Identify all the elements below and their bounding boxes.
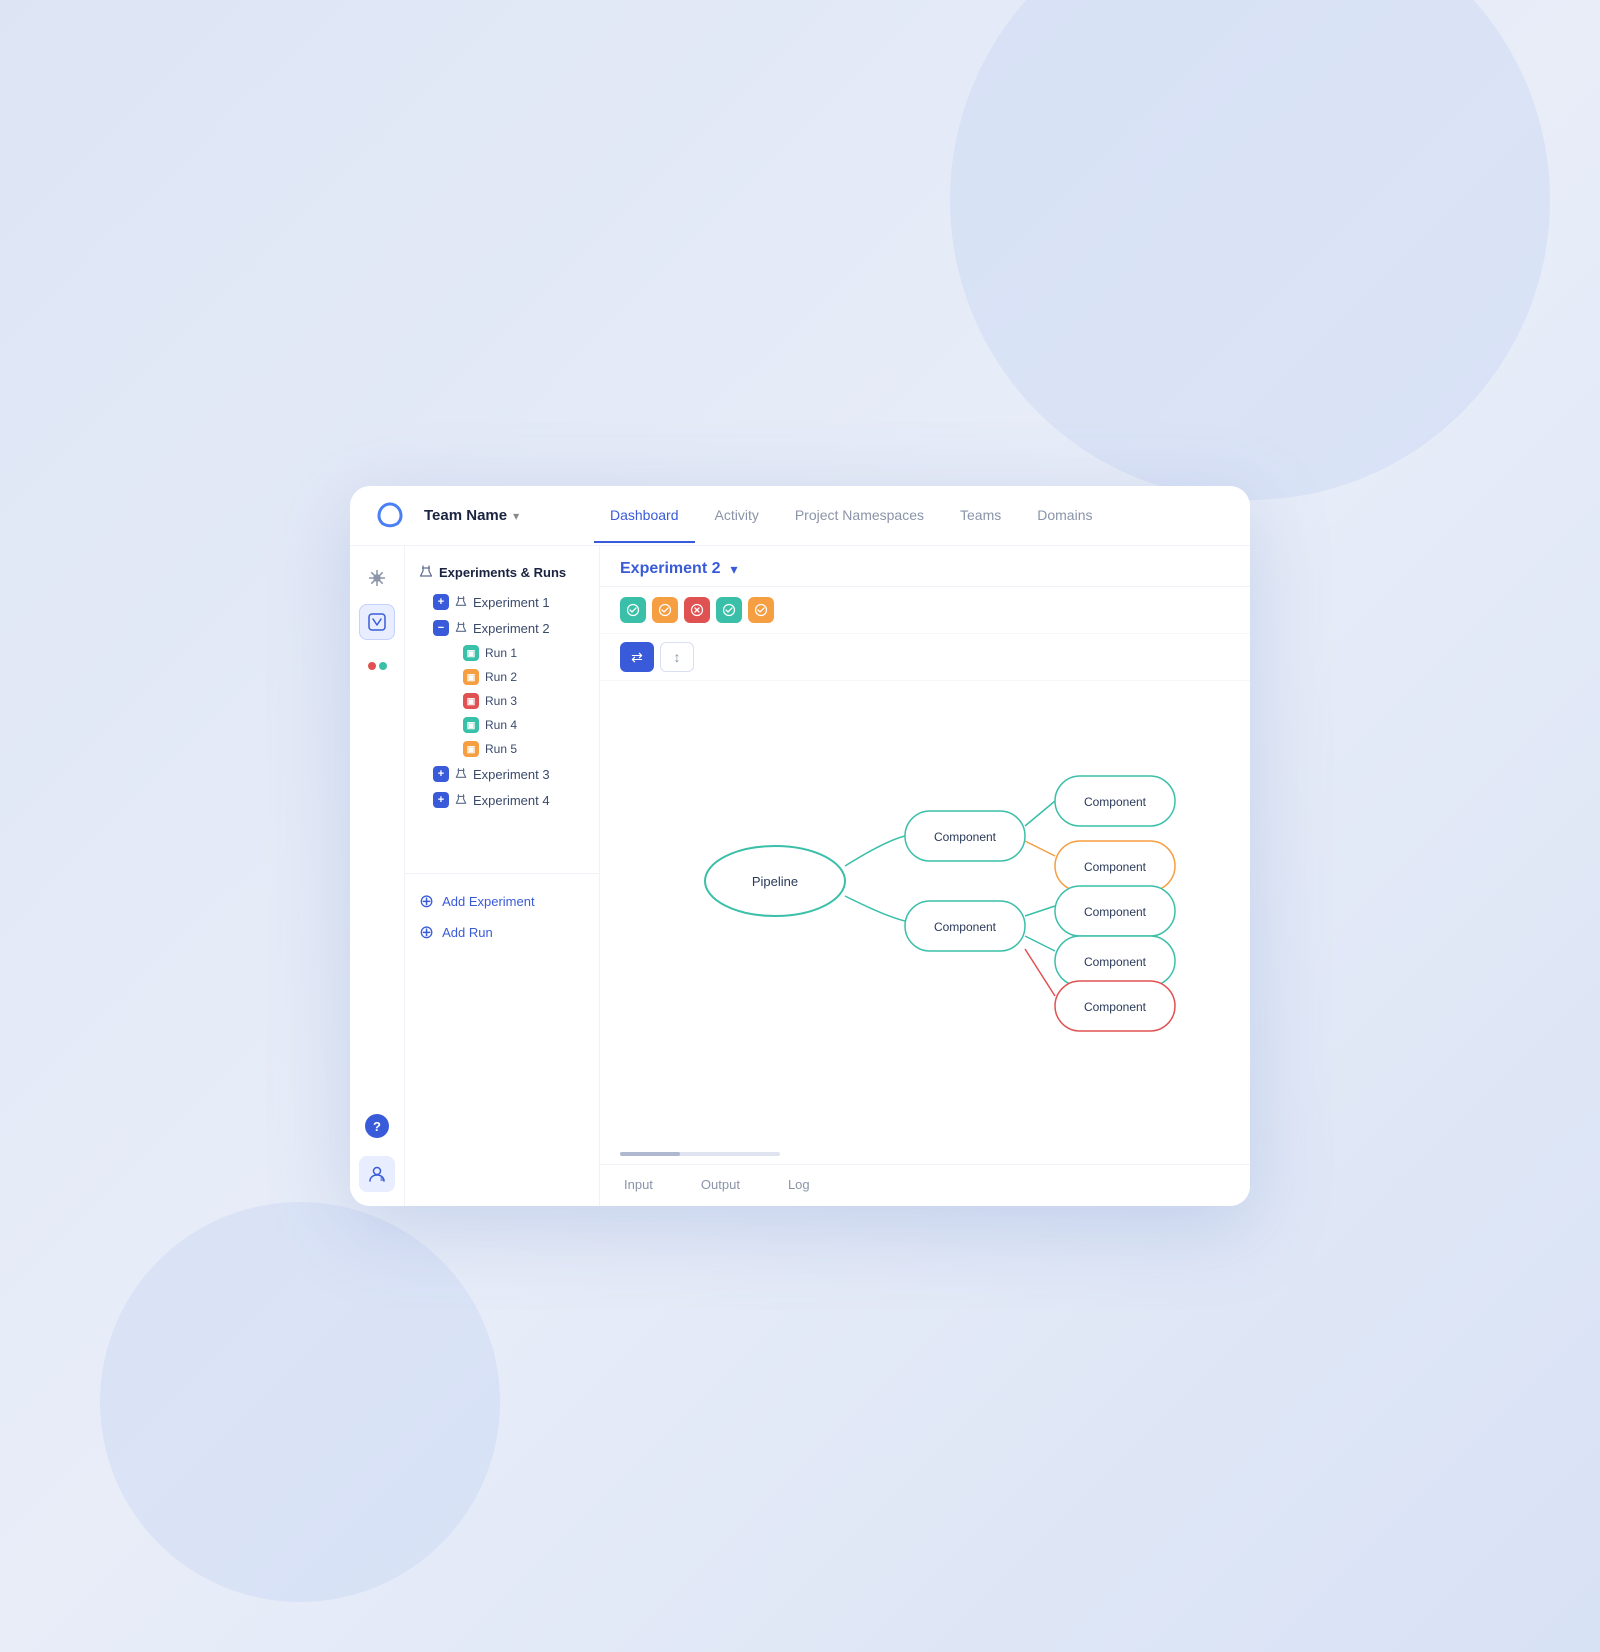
experiment-4-label: Experiment 4 bbox=[473, 793, 550, 808]
tab-output[interactable]: Output bbox=[677, 1165, 764, 1206]
tree-experiment-1[interactable]: + Experiment 1 bbox=[405, 589, 599, 615]
svg-text:Component: Component bbox=[1084, 860, 1147, 874]
run-badge-3[interactable] bbox=[684, 597, 710, 623]
models-nav-icon[interactable] bbox=[359, 604, 395, 640]
svg-text:Component: Component bbox=[1084, 955, 1147, 969]
dots-nav-icon[interactable] bbox=[359, 648, 395, 684]
run-badge-1[interactable] bbox=[620, 597, 646, 623]
run-4-label: Run 4 bbox=[485, 718, 517, 732]
experiments-section-label: Experiments & Runs bbox=[405, 556, 599, 589]
pipeline-diagram: Pipeline Component Component Compon bbox=[620, 701, 1230, 1041]
experiments-nav-icon[interactable] bbox=[359, 560, 395, 596]
team-selector[interactable]: Team Name ▾ bbox=[416, 503, 527, 528]
user-avatar-icon[interactable] bbox=[359, 1156, 395, 1192]
icon-rail: ? bbox=[350, 546, 405, 1206]
experiment-4-beaker-icon bbox=[455, 793, 467, 808]
diagram-scroll-thumb bbox=[620, 1152, 680, 1156]
tab-activity[interactable]: Activity bbox=[699, 489, 775, 543]
expand-experiment-1-btn[interactable]: + bbox=[433, 594, 449, 610]
diagram-scrollbar[interactable] bbox=[620, 1152, 780, 1156]
run-3-label: Run 3 bbox=[485, 694, 517, 708]
svg-text:Component: Component bbox=[1084, 1000, 1147, 1014]
run-1-label: Run 1 bbox=[485, 646, 517, 660]
app-window: Team Name ▾ Dashboard Activity Project N… bbox=[350, 486, 1250, 1206]
tree-experiment-2[interactable]: − Experiment 2 bbox=[405, 615, 599, 641]
svg-text:Component: Component bbox=[1084, 905, 1147, 919]
sidebar-footer: ⊕ Add Experiment ⊕ Add Run bbox=[405, 873, 599, 960]
svg-text:Component: Component bbox=[1084, 795, 1147, 809]
diagram-area: Pipeline Component Component Compon bbox=[600, 681, 1250, 1164]
tab-project-namespaces[interactable]: Project Namespaces bbox=[779, 489, 940, 543]
run-5-label: Run 5 bbox=[485, 742, 517, 756]
experiment-2-label: Experiment 2 bbox=[473, 621, 550, 636]
tab-dashboard[interactable]: Dashboard bbox=[594, 489, 695, 543]
tab-input[interactable]: Input bbox=[600, 1165, 677, 1206]
logo-area: Team Name ▾ bbox=[374, 500, 594, 532]
vertical-view-button[interactable]: ↕ bbox=[660, 642, 694, 672]
experiment-2-beaker-icon bbox=[455, 621, 467, 636]
tree-experiment-3[interactable]: + Experiment 3 bbox=[405, 761, 599, 787]
right-panel: Experiment 2 ▾ bbox=[600, 546, 1250, 1206]
run-badges-row bbox=[600, 587, 1250, 634]
team-chevron-icon: ▾ bbox=[513, 509, 519, 523]
experiment-3-beaker-icon bbox=[455, 767, 467, 782]
sidebar-layout: ? bbox=[350, 546, 599, 1206]
experiment-dropdown-icon[interactable]: ▾ bbox=[730, 561, 737, 578]
top-nav: Team Name ▾ Dashboard Activity Project N… bbox=[350, 486, 1250, 546]
run-item-5[interactable]: ▣ Run 5 bbox=[405, 737, 599, 761]
run-3-dot: ▣ bbox=[463, 693, 479, 709]
add-experiment-button[interactable]: ⊕ Add Experiment bbox=[419, 886, 585, 917]
sidebar: ? bbox=[350, 546, 600, 1206]
run-2-dot: ▣ bbox=[463, 669, 479, 685]
experiment-1-label: Experiment 1 bbox=[473, 595, 550, 610]
add-run-button[interactable]: ⊕ Add Run bbox=[419, 917, 585, 948]
run-4-dot: ▣ bbox=[463, 717, 479, 733]
nav-tabs: Dashboard Activity Project Namespaces Te… bbox=[594, 489, 1226, 543]
view-controls: ⇄ ↕ bbox=[600, 634, 1250, 681]
add-experiment-label: Add Experiment bbox=[442, 894, 535, 909]
team-name: Team Name bbox=[424, 507, 507, 524]
run-badge-2[interactable] bbox=[652, 597, 678, 623]
run-item-3[interactable]: ▣ Run 3 bbox=[405, 689, 599, 713]
tab-domains[interactable]: Domains bbox=[1021, 489, 1108, 543]
tree-panel: Experiments & Runs + Experiment 1 bbox=[405, 546, 599, 1206]
beaker-section-icon bbox=[419, 564, 433, 581]
help-button[interactable]: ? bbox=[365, 1114, 389, 1138]
app-logo-icon bbox=[374, 500, 406, 532]
svg-text:Pipeline: Pipeline bbox=[752, 874, 798, 889]
svg-text:Component: Component bbox=[934, 920, 997, 934]
run-item-1[interactable]: ▣ Run 1 bbox=[405, 641, 599, 665]
experiment-3-label: Experiment 3 bbox=[473, 767, 550, 782]
run-5-dot: ▣ bbox=[463, 741, 479, 757]
horizontal-view-button[interactable]: ⇄ bbox=[620, 642, 654, 672]
run-badge-5[interactable] bbox=[748, 597, 774, 623]
tab-log[interactable]: Log bbox=[764, 1165, 834, 1206]
add-experiment-circle-icon: ⊕ bbox=[419, 891, 434, 912]
svg-text:Component: Component bbox=[934, 830, 997, 844]
experiment-header: Experiment 2 ▾ bbox=[600, 546, 1250, 587]
add-run-label: Add Run bbox=[442, 925, 493, 940]
experiment-panel-title: Experiment 2 bbox=[620, 560, 720, 578]
tree-experiment-4[interactable]: + Experiment 4 bbox=[405, 787, 599, 813]
expand-experiment-3-btn[interactable]: + bbox=[433, 766, 449, 782]
expand-experiment-2-btn[interactable]: − bbox=[433, 620, 449, 636]
run-badge-4[interactable] bbox=[716, 597, 742, 623]
run-2-label: Run 2 bbox=[485, 670, 517, 684]
main-content: ? bbox=[350, 546, 1250, 1206]
run-item-4[interactable]: ▣ Run 4 bbox=[405, 713, 599, 737]
bottom-tabs: Input Output Log bbox=[600, 1164, 1250, 1206]
run-1-dot: ▣ bbox=[463, 645, 479, 661]
run-item-2[interactable]: ▣ Run 2 bbox=[405, 665, 599, 689]
expand-experiment-4-btn[interactable]: + bbox=[433, 792, 449, 808]
experiments-section-title: Experiments & Runs bbox=[439, 565, 566, 580]
add-run-circle-icon: ⊕ bbox=[419, 922, 434, 943]
tab-teams[interactable]: Teams bbox=[944, 489, 1017, 543]
dots-decoration bbox=[368, 662, 387, 670]
experiment-1-beaker-icon bbox=[455, 595, 467, 610]
